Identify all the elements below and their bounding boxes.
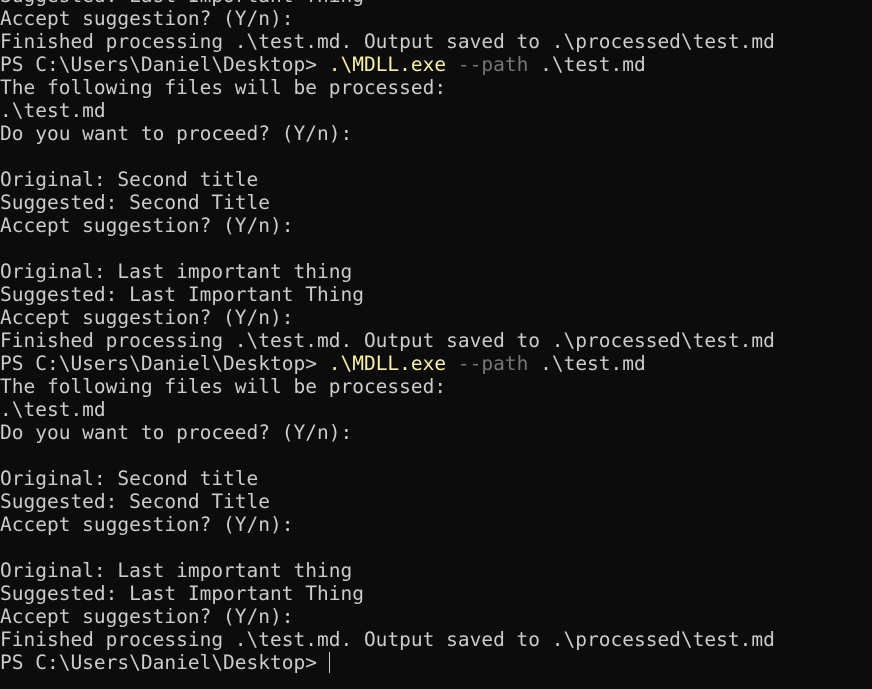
prompt-text: PS C:\Users\Daniel\Desktop> [0,352,329,375]
prompt-text: PS C:\Users\Daniel\Desktop> [0,53,329,76]
command-parameter: --path [457,352,529,375]
output-line: .\test.md [0,398,106,421]
output-line: Do you want to proceed? (Y/n): [0,421,353,444]
output-line: Accept suggestion? (Y/n): [0,306,294,329]
output-line: Original: Second title [0,467,259,490]
output-line: Finished processing .\test.md. Output sa… [0,329,775,352]
prompt-text: PS C:\Users\Daniel\Desktop> [0,651,329,674]
output-line: .\test.md [0,99,106,122]
command-parameter: --path [457,53,529,76]
command-line: PS C:\Users\Daniel\Desktop> .\MDLL.exe -… [0,53,872,76]
text-cursor [328,652,330,673]
command-executable: .\MDLL.exe [328,53,447,76]
output-line: Suggested: Last Important Thing [0,582,364,605]
output-line: Suggested: Second Title [0,490,271,513]
active-prompt-line[interactable]: PS C:\Users\Daniel\Desktop> [0,651,872,674]
output-line: Finished processing .\test.md. Output sa… [0,30,775,53]
output-line: Accept suggestion? (Y/n): [0,605,294,628]
terminal-output[interactable]: Suggested: Last Important ThingAccept su… [0,0,872,674]
output-line: Accept suggestion? (Y/n): [0,513,294,536]
output-line: Suggested: Second Title [0,191,271,214]
output-line: Suggested: Last Important Thing [0,283,364,306]
output-line: Do you want to proceed? (Y/n): [0,122,353,145]
output-line: Original: Last important thing [0,559,353,582]
output-line: Suggested: Last Important Thing [0,0,872,7]
output-line: The following files will be processed: [0,375,447,398]
command-argument: .\test.md [540,352,646,375]
command-executable: .\MDLL.exe [328,352,447,375]
command-line: PS C:\Users\Daniel\Desktop> .\MDLL.exe -… [0,352,872,375]
output-line: Original: Last important thing [0,260,353,283]
command-argument: .\test.md [540,53,646,76]
output-line: The following files will be processed: [0,76,447,99]
output-line: Original: Second title [0,168,259,191]
output-line: Accept suggestion? (Y/n): [0,7,294,30]
output-line: Finished processing .\test.md. Output sa… [0,628,775,651]
output-line: Accept suggestion? (Y/n): [0,214,294,237]
